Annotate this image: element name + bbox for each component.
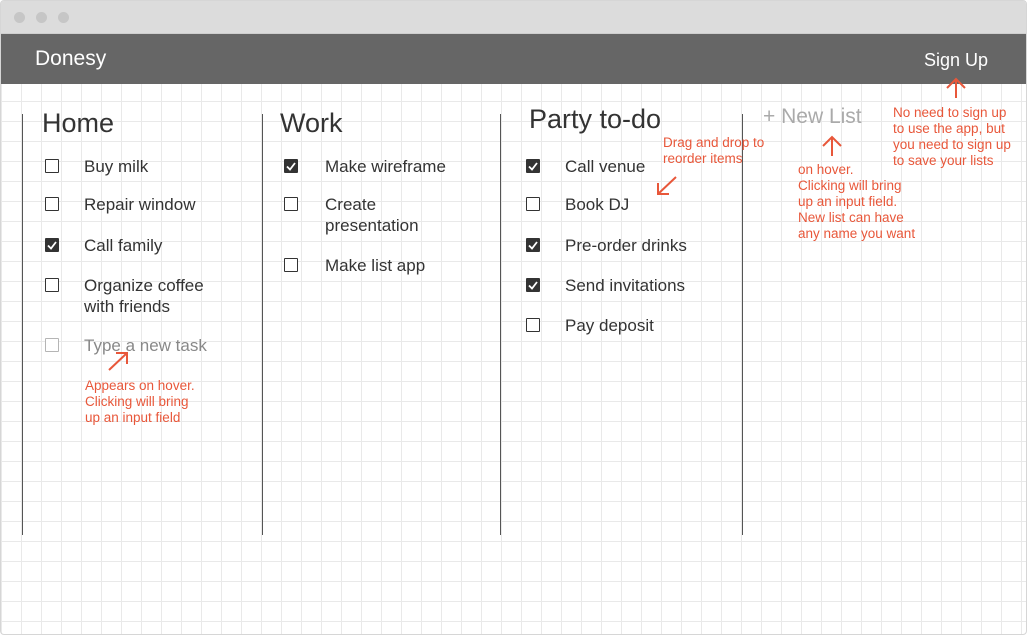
task-item[interactable]: Send invitations xyxy=(526,275,685,296)
annotation-new-task: Appears on hover. Clicking will bring up… xyxy=(85,378,195,425)
task-checkbox-checked[interactable] xyxy=(526,159,540,173)
task-checkbox[interactable] xyxy=(526,197,540,211)
task-item[interactable]: Make wireframe xyxy=(284,156,446,177)
task-checkbox[interactable] xyxy=(45,278,59,292)
annotation-arrow-icon xyxy=(822,135,842,156)
column-divider xyxy=(742,114,743,535)
app-brand: Donesy xyxy=(35,47,107,70)
annotation-arrow-icon xyxy=(657,176,677,195)
browser-chrome xyxy=(1,1,1026,34)
task-label: Organize coffee with friends xyxy=(84,276,204,316)
task-item[interactable]: Organize coffee with friends xyxy=(45,275,224,317)
task-item[interactable]: Pre-order drinks xyxy=(526,235,687,256)
task-label: Make wireframe xyxy=(325,157,446,176)
task-label: Make list app xyxy=(325,256,426,275)
task-label: Create presentation xyxy=(325,195,419,235)
new-task-input[interactable]: Type a new task xyxy=(84,335,207,356)
checkmark-icon xyxy=(528,280,538,290)
task-checkbox-checked[interactable] xyxy=(45,238,59,252)
task-item[interactable]: Call venue xyxy=(526,156,645,177)
checkmark-icon xyxy=(286,161,296,171)
annotation-arrow-icon xyxy=(946,77,966,98)
task-checkbox[interactable] xyxy=(45,159,59,173)
sign-up-link[interactable]: Sign Up xyxy=(924,50,988,71)
checkmark-icon xyxy=(47,240,57,250)
column-divider xyxy=(500,114,501,535)
task-label: Call venue xyxy=(565,157,646,176)
task-label: Call family xyxy=(84,236,163,255)
task-checkbox[interactable] xyxy=(526,318,540,332)
task-label: Book DJ xyxy=(565,195,630,214)
task-item[interactable]: Call family xyxy=(45,235,162,256)
column-divider xyxy=(22,114,23,535)
new-list-button[interactable]: + New List xyxy=(763,105,862,129)
browser-window: Donesy Sign Up Home Buy milk Repair wind… xyxy=(0,0,1027,635)
list-title-home[interactable]: Home xyxy=(42,108,114,139)
annotation-arrow-icon xyxy=(108,352,128,371)
new-task-checkbox xyxy=(45,338,59,352)
task-checkbox[interactable] xyxy=(45,197,59,211)
annotation-drag: Drag and drop to reorder items xyxy=(663,135,765,166)
task-label: Buy milk xyxy=(84,157,149,176)
task-checkbox-checked[interactable] xyxy=(284,159,298,173)
task-checkbox[interactable] xyxy=(284,258,298,272)
task-label: Repair window xyxy=(84,195,196,214)
task-item[interactable]: Create presentation xyxy=(284,194,435,236)
window-close-dot[interactable] xyxy=(14,12,25,23)
checkmark-icon xyxy=(528,161,538,171)
annotation-signup: No need to sign up to use the app, but y… xyxy=(893,105,1011,168)
task-checkbox-checked[interactable] xyxy=(526,238,540,252)
task-label: Send invitations xyxy=(565,276,686,295)
checkmark-icon xyxy=(528,240,538,250)
task-label: Pay deposit xyxy=(565,316,654,335)
task-item[interactable]: Repair window xyxy=(45,194,196,215)
task-item[interactable]: Buy milk xyxy=(45,156,148,177)
task-item[interactable]: Book DJ xyxy=(526,194,629,215)
list-title-party[interactable]: Party to-do xyxy=(529,104,661,135)
window-maximize-dot[interactable] xyxy=(58,12,69,23)
task-checkbox[interactable] xyxy=(284,197,298,211)
task-item[interactable]: Pay deposit xyxy=(526,315,654,336)
task-label: Pre-order drinks xyxy=(565,236,687,255)
task-item[interactable]: Make list app xyxy=(284,255,425,276)
column-divider xyxy=(262,114,263,535)
task-checkbox-checked[interactable] xyxy=(526,278,540,292)
app-header: Donesy Sign Up xyxy=(1,34,1026,84)
list-title-work[interactable]: Work xyxy=(280,108,343,139)
annotation-new-list: on hover. Clicking will bring up an inpu… xyxy=(798,162,916,241)
window-minimize-dot[interactable] xyxy=(36,12,47,23)
